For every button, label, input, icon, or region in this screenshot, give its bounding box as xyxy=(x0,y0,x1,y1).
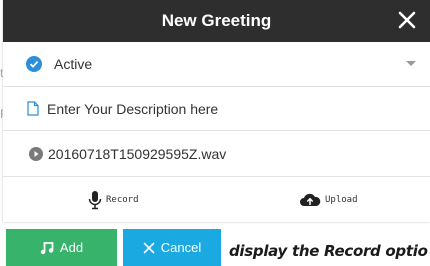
play-icon[interactable] xyxy=(29,146,43,161)
chevron-down-icon xyxy=(406,61,416,66)
file-icon xyxy=(27,101,39,116)
cancel-button[interactable]: Cancel xyxy=(123,229,221,266)
add-label: Add xyxy=(59,240,84,255)
description-row xyxy=(3,87,430,131)
cancel-label: Cancel xyxy=(160,240,202,255)
file-name: 20160718T150929595Z.wav xyxy=(48,145,227,162)
add-button[interactable]: Add xyxy=(6,229,117,266)
close-icon xyxy=(143,242,155,253)
file-row: 20160718T150929595Z.wav xyxy=(3,131,430,177)
upload-button[interactable]: Upload xyxy=(299,193,358,207)
status-label: Active xyxy=(54,56,93,72)
close-button[interactable] xyxy=(392,5,422,35)
upload-label: Upload xyxy=(325,194,358,205)
record-label: Record xyxy=(106,194,139,205)
actions-row: Record Upload xyxy=(3,177,430,222)
cloud-upload-icon xyxy=(300,193,321,206)
description-input[interactable] xyxy=(45,99,409,118)
status-select[interactable]: Active xyxy=(3,42,430,87)
dialog-titlebar: New Greeting xyxy=(3,0,430,42)
close-icon xyxy=(398,11,416,29)
new-greeting-dialog: New Greeting Active 20160718T150929595Z.… xyxy=(3,0,430,222)
dialog-title: New Greeting xyxy=(161,11,272,30)
music-note-icon xyxy=(40,241,54,254)
check-circle-icon xyxy=(26,56,42,72)
caption-text: display the Record optio xyxy=(229,242,428,260)
record-button[interactable]: Record xyxy=(88,190,139,210)
microphone-icon xyxy=(88,190,102,209)
